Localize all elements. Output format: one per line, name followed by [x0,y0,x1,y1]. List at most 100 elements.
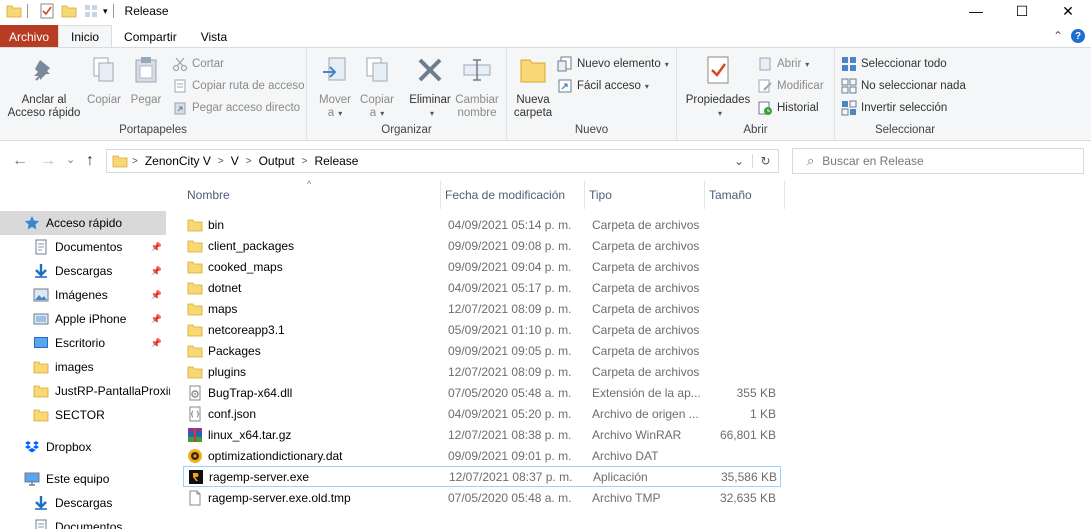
tab-archivo[interactable]: Archivo [0,25,59,48]
tab-compartir[interactable]: Compartir [112,25,189,48]
address-bar[interactable]: > ZenonCity V > V > Output > Release ⌄ ↻ [106,149,779,173]
title-bar: ▾ Release — ☐ ✕ [0,0,1091,22]
pin-icon[interactable]: 📌 [151,314,162,325]
file-row[interactable]: ragemp-server.exe 12/07/2021 08:37 p. m. A… [183,466,781,487]
open-button[interactable]: Abrir ▾ [757,55,809,73]
properties-icon[interactable] [39,3,55,19]
file-row[interactable]: BugTrap-x64.dll 07/05/2020 05:48 a. m. Ext… [183,382,781,403]
file-type: Carpeta de archivos [592,322,700,337]
delete-button[interactable]: Eliminar ▾ [407,54,453,120]
folder-icon [6,5,22,18]
copy-to-button[interactable]: Copiar a ▾ [357,54,397,120]
history-button[interactable]: Historial [757,99,819,117]
sidebar-item-acceso-r-pido[interactable]: Acceso rápido [0,211,166,235]
qa-dropdown-icon[interactable]: ▾ [103,6,108,17]
column-name[interactable]: Nombre [183,181,441,209]
sidebar-item-images[interactable]: images [0,355,170,379]
rename-button[interactable]: Cambiar nombre [453,54,501,120]
sidebar-item-dropbox[interactable]: Dropbox [0,435,170,459]
chevron-right-icon: > [301,155,308,167]
sidebar-item-documentos[interactable]: Documentos 📌 [0,235,170,259]
new-item-button[interactable]: Nuevo elemento ▾ [557,55,669,73]
file-row[interactable]: cooked_maps 09/09/2021 09:04 p. m. Carpeta… [183,256,781,277]
recent-locations-icon[interactable]: ⌄ [66,153,75,166]
folder-icon [33,407,49,423]
maximize-button[interactable]: ☐ [999,0,1045,22]
customize-icon[interactable] [83,3,99,19]
folder-icon [187,238,203,254]
sidebar-item-descargas[interactable]: Descargas [0,491,170,515]
select-none-icon [841,78,857,94]
easy-access-label: Fácil acceso [577,80,641,92]
tab-inicio[interactable]: Inicio [58,25,113,48]
new-folder-button[interactable]: Nueva carpeta [511,54,555,120]
move-to-button[interactable]: Mover a ▾ [315,54,355,120]
search-box[interactable]: ⌕ Buscar en Release [792,148,1084,174]
file-row[interactable]: maps 12/07/2021 08:09 p. m. Carpeta de arc… [183,298,781,319]
sidebar-item-label: Este equipo [46,472,110,486]
pin-icon[interactable]: 📌 [151,242,162,253]
select-all-button[interactable]: Seleccionar todo [841,55,947,73]
file-date: 12/07/2021 08:09 p. m. [448,301,572,316]
pin-quick-access-button[interactable]: Anclar al Acceso rápido [6,54,82,120]
close-button[interactable]: ✕ [1045,0,1091,22]
forward-arrow-icon[interactable]: → [40,152,56,170]
tab-vista[interactable]: Vista [189,25,239,48]
paste-shortcut-button[interactable]: Pegar acceso directo [172,99,300,117]
paste-button[interactable]: Pegar [126,54,166,107]
breadcrumb-output[interactable]: Output [259,154,295,168]
column-type[interactable]: Tipo [585,181,705,209]
file-row[interactable]: conf.json 04/09/2021 05:20 p. m. Archivo d… [183,403,781,424]
file-size: 1 KB [749,406,776,421]
column-headers: Nombre Fecha de modificación Tipo Tamaño [183,181,788,209]
pin-icon[interactable]: 📌 [151,290,162,301]
file-row[interactable]: netcoreapp3.1 05/09/2021 01:10 p. m. Carpe… [183,319,781,340]
breadcrumb-release[interactable]: Release [314,154,358,168]
sidebar-item-justrp-pantallaproxim[interactable]: JustRP-PantallaProxim [0,379,170,403]
sidebar-item-descargas[interactable]: Descargas 📌 [0,259,170,283]
back-arrow-icon[interactable]: ← [12,152,28,170]
file-row[interactable]: dotnet 04/09/2021 05:17 p. m. Carpeta de a… [183,277,781,298]
properties-button[interactable]: Propiedades ▾ [683,54,753,120]
up-arrow-icon[interactable]: ↑ [86,152,94,170]
navigation-pane: Acceso rápido Documentos 📌 Descargas 📌 Imágen… [0,181,170,529]
pin-icon[interactable]: 📌 [151,266,162,277]
file-type: Archivo DAT [592,448,659,463]
file-row[interactable]: linux_x64.tar.gz 12/07/2021 08:38 p. m. Ar… [183,424,781,445]
collapse-ribbon-icon[interactable]: ⌃ [1053,29,1063,43]
breadcrumb-zenoncity[interactable]: ZenonCity V [145,154,211,168]
select-none-button[interactable]: No seleccionar nada [841,77,966,95]
dropbox-icon [24,439,40,455]
sidebar-item-sector[interactable]: SECTOR [0,403,170,427]
file-row[interactable]: plugins 12/07/2021 08:09 p. m. Carpeta de … [183,361,781,382]
sidebar-item-este-equipo[interactable]: Este equipo [0,467,170,491]
address-dropdown-icon[interactable]: ⌄ [726,154,752,168]
column-size[interactable]: Tamaño [705,181,785,209]
edit-button[interactable]: Modificar [757,77,824,95]
file-row[interactable]: client_packages 09/09/2021 09:08 p. m. Car… [183,235,781,256]
sidebar-item-label: Acceso rápido [46,216,123,230]
file-row[interactable]: ragemp-server.exe.old.tmp 07/05/2020 05:4… [183,487,781,508]
sidebar-item-im-genes[interactable]: Imágenes 📌 [0,283,170,307]
breadcrumb-v[interactable]: V [231,154,239,168]
easy-access-button[interactable]: Fácil acceso ▾ [557,77,649,95]
column-date[interactable]: Fecha de modificación [441,181,585,209]
file-row[interactable]: optimizationdictionary.dat 09/09/2021 09:… [183,445,781,466]
rename-icon [463,59,491,81]
cut-button[interactable]: Cortar [172,55,224,73]
sidebar-item-escritorio[interactable]: Escritorio 📌 [0,331,170,355]
pin-icon[interactable]: 📌 [151,338,162,349]
copy-path-button[interactable]: Copiar ruta de acceso [172,77,305,95]
sidebar-item-apple-iphone[interactable]: Apple iPhone 📌 [0,307,170,331]
invert-selection-button[interactable]: Invertir selección [841,99,947,117]
minimize-button[interactable]: — [953,0,999,22]
file-row[interactable]: Packages 09/09/2021 09:05 p. m. Carpeta de… [183,340,781,361]
refresh-icon[interactable]: ↻ [752,154,778,168]
help-icon[interactable]: ? [1071,29,1085,43]
new-folder-icon[interactable] [61,3,77,19]
group-nuevo: Nueva carpeta Nuevo elemento ▾ Fácil acce… [507,48,677,140]
sidebar-item-documentos[interactable]: Documentos [0,515,170,529]
copy-button[interactable]: Copiar [84,54,124,107]
file-row[interactable]: bin 04/09/2021 05:14 p. m. Carpeta de arch… [183,214,781,235]
invert-selection-icon [841,100,857,116]
